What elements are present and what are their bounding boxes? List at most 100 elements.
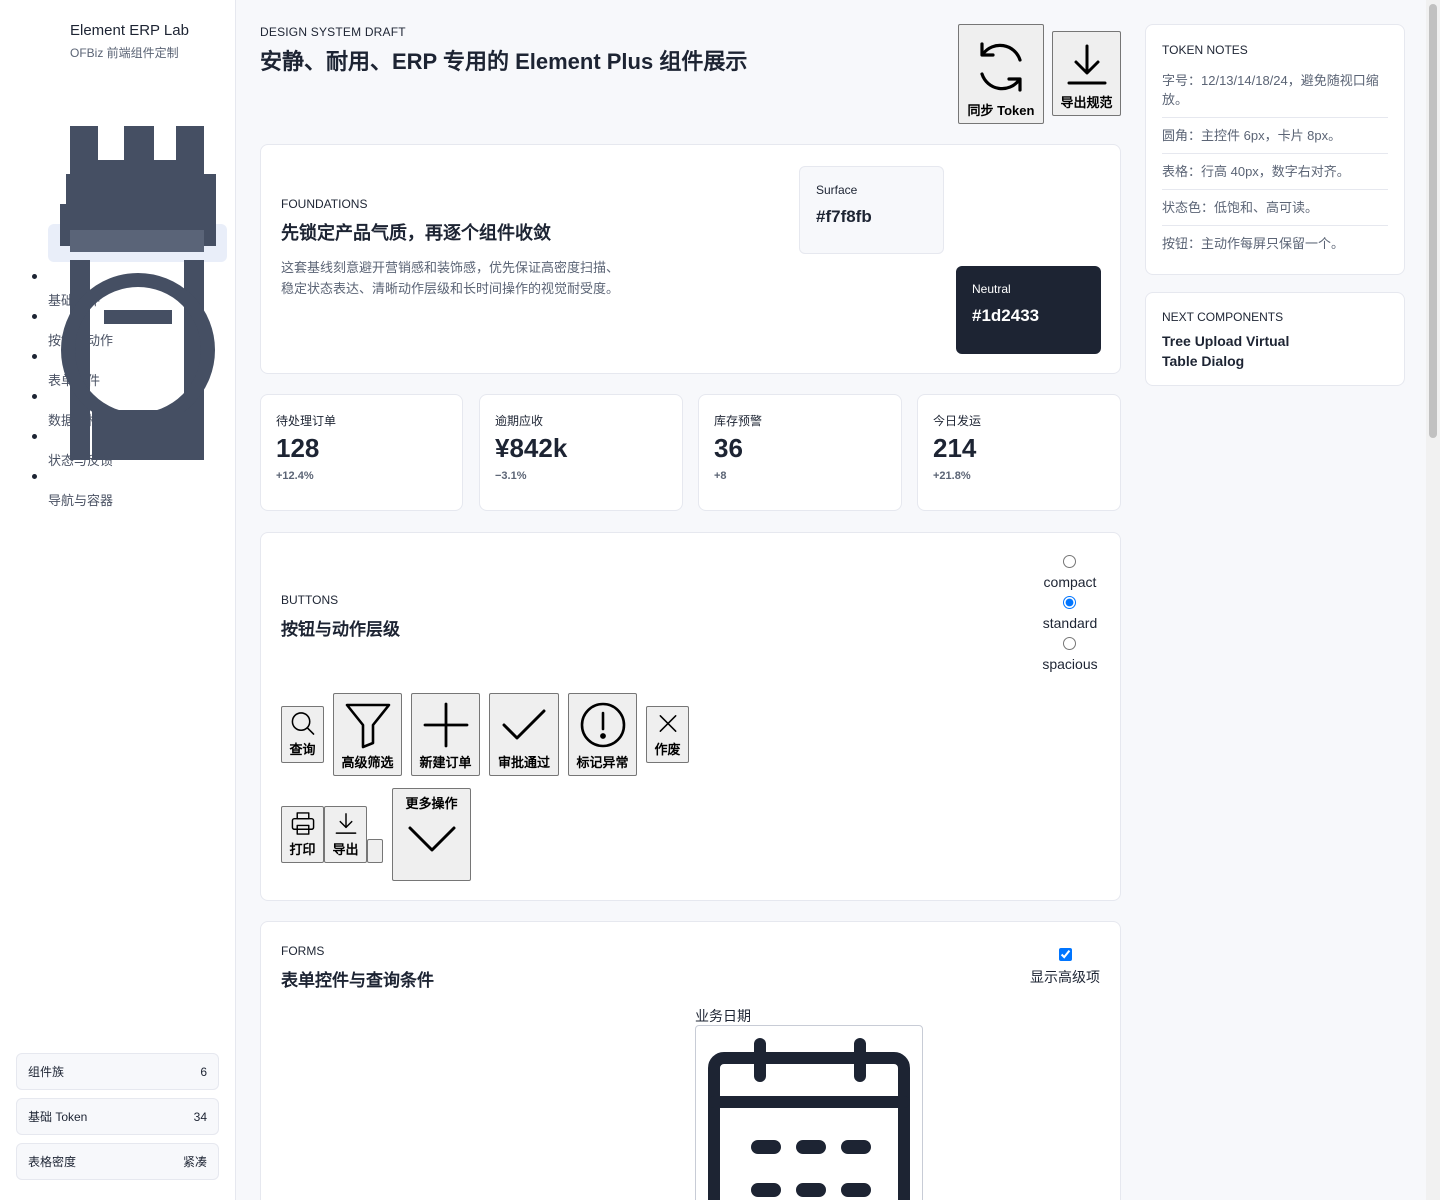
export-spec-button[interactable]: 导出规范 xyxy=(1052,31,1121,116)
mark-exception-button[interactable]: 标记异常 xyxy=(568,693,637,776)
export-spec-label: 导出规范 xyxy=(1060,95,1113,110)
download-icon xyxy=(335,813,356,834)
density-option-compact[interactable]: compact xyxy=(1044,555,1096,590)
business-date-label: 业务日期 xyxy=(695,1008,751,1024)
sync-token-button[interactable]: 同步 Token xyxy=(958,24,1044,124)
kpi-label: 库存预警 xyxy=(714,414,763,428)
sidebar-stat-component-families: 组件族 6 xyxy=(16,1053,219,1090)
warning-icon xyxy=(580,702,625,748)
stat-value: 6 xyxy=(200,1064,207,1079)
stat-label: 组件族 xyxy=(28,1065,65,1079)
header-eyebrow: DESIGN SYSTEM DRAFT xyxy=(260,25,406,39)
search-button-label: 查询 xyxy=(289,742,316,757)
more-actions-button[interactable]: 更多操作 xyxy=(392,788,471,881)
foundations-card: FOUNDATIONS 先锁定产品气质，再逐个组件收敛 这套基线刻意避开营销感和… xyxy=(260,144,1121,374)
download-icon xyxy=(1067,44,1106,85)
forms-card: FORMS 表单控件与查询条件 显示高级项 业务日期 xyxy=(260,921,1121,1200)
void-label: 作废 xyxy=(654,742,681,757)
sidebar-stat-table-density: 表格密度 紧凑 xyxy=(16,1143,219,1180)
stat-label: 表格密度 xyxy=(28,1155,77,1169)
void-button[interactable]: 作废 xyxy=(646,706,689,763)
print-export-button-group: 打印 导出 xyxy=(281,806,383,863)
brand-title: Element ERP Lab xyxy=(70,22,189,39)
filter-icon xyxy=(345,703,390,749)
kpi-value: 214 xyxy=(933,433,977,463)
next-components-list: Tree Upload Virtual Table Dialog xyxy=(1162,333,1290,369)
kpi-label: 逾期应收 xyxy=(495,414,544,428)
bullet-icon xyxy=(32,274,37,279)
chevron-down-icon xyxy=(408,826,455,852)
refresh-icon xyxy=(980,42,1022,92)
kpi-card-inventory-alert: 库存预警 36 +8 xyxy=(698,394,902,511)
kpi-delta: +8 xyxy=(714,470,727,482)
export-button[interactable]: 导出 xyxy=(324,806,367,863)
kpi-card-overdue-receivables: 逾期应收 ¥842k −3.1% xyxy=(479,394,683,511)
stat-label: 基础 Token xyxy=(28,1110,88,1124)
approve-label: 审批通过 xyxy=(497,755,550,770)
layers-icon xyxy=(60,126,216,460)
density-radio-group: compact standard spacious xyxy=(1040,555,1100,678)
kpi-delta: +21.8% xyxy=(933,470,971,482)
show-advanced-label: 显示高级项 xyxy=(1030,969,1100,985)
density-label: spacious xyxy=(1042,656,1098,672)
kpi-label: 今日发运 xyxy=(933,414,982,428)
density-radio-spacious[interactable] xyxy=(1063,637,1077,650)
next-components-title: NEXT COMPONENTS xyxy=(1162,310,1284,324)
new-order-label: 新建订单 xyxy=(419,755,472,770)
swatch-value: #1d2433 xyxy=(972,306,1040,325)
density-radio-compact[interactable] xyxy=(1063,555,1077,568)
kpi-value: 128 xyxy=(276,433,320,463)
density-radio-standard[interactable] xyxy=(1063,596,1077,609)
printer-icon xyxy=(291,812,314,835)
swatch-neutral: Neutral #1d2433 xyxy=(956,266,1101,354)
token-note-item: 表格：行高 40px，数字右对齐。 xyxy=(1162,154,1388,190)
density-option-standard[interactable]: standard xyxy=(1043,596,1097,631)
token-note-item: 状态色：低饱和、高可读。 xyxy=(1162,190,1388,226)
show-advanced-checkbox[interactable] xyxy=(1058,948,1072,961)
swatch-surface: Surface #f7f8fb xyxy=(799,166,944,254)
stat-value: 紧凑 xyxy=(182,1155,207,1169)
brand-subtitle: OFBiz 前端组件定制 xyxy=(70,46,179,60)
bullet-icon xyxy=(32,474,37,479)
print-button[interactable]: 打印 xyxy=(281,806,324,863)
sidebar-item-label: 导航与容器 xyxy=(48,493,114,508)
bullet-icon xyxy=(32,394,37,399)
advanced-filter-button[interactable]: 高级筛选 xyxy=(333,693,402,776)
search-icon xyxy=(291,712,314,735)
business-date-picker[interactable] xyxy=(695,1025,923,1200)
token-notes-title: TOKEN NOTES xyxy=(1162,43,1248,57)
swatch-name: Neutral xyxy=(972,282,1011,296)
print-label: 打印 xyxy=(289,842,316,857)
foundations-title: 先锁定产品气质，再逐个组件收敛 xyxy=(281,223,551,243)
kpi-label: 待处理订单 xyxy=(276,414,337,428)
buttons-card: BUTTONS 按钮与动作层级 compact standard spaciou… xyxy=(260,532,1121,901)
sidebar: Element ERP Lab OFBiz 前端组件定制 基础组件 按钮与动作 … xyxy=(0,0,236,1200)
sync-token-label: 同步 Token xyxy=(967,103,1035,118)
split-toggle-button[interactable] xyxy=(367,839,383,863)
approve-button[interactable]: 审批通过 xyxy=(489,693,559,776)
token-notes-card: TOKEN NOTES 字号：12/13/14/18/24，避免随视口缩放。 圆… xyxy=(1145,24,1405,275)
mark-exception-label: 标记异常 xyxy=(576,755,629,770)
bullet-icon xyxy=(32,314,37,319)
forms-title: 表单控件与查询条件 xyxy=(281,971,434,990)
swatch-name: Surface xyxy=(816,183,858,197)
density-label: standard xyxy=(1042,615,1098,631)
token-note-item: 按钮：主动作每屏只保留一个。 xyxy=(1162,236,1345,251)
search-button[interactable]: 查询 xyxy=(281,706,324,763)
bullet-icon xyxy=(32,434,37,439)
density-option-spacious[interactable]: spacious xyxy=(1042,637,1098,672)
kpi-value: ¥842k xyxy=(495,433,568,463)
button-row-secondary: 打印 导出 更多操作 xyxy=(281,788,480,881)
kpi-value: 36 xyxy=(714,433,743,463)
foundations-eyebrow: FOUNDATIONS xyxy=(281,197,368,211)
calendar-icon xyxy=(708,1038,910,1200)
new-order-button[interactable]: 新建订单 xyxy=(411,693,480,776)
token-note-item: 圆角：主控件 6px，卡片 8px。 xyxy=(1162,118,1388,154)
page-scrollbar[interactable] xyxy=(1426,0,1440,1200)
sidebar-stat-base-tokens: 基础 Token 34 xyxy=(16,1098,219,1135)
scrollbar-thumb[interactable] xyxy=(1429,4,1437,438)
stat-value: 34 xyxy=(193,1109,207,1124)
kpi-card-pending-orders: 待处理订单 128 +12.4% xyxy=(260,394,463,511)
show-advanced-toggle[interactable]: 显示高级项 xyxy=(1030,948,1100,987)
bullet-icon xyxy=(32,354,37,359)
